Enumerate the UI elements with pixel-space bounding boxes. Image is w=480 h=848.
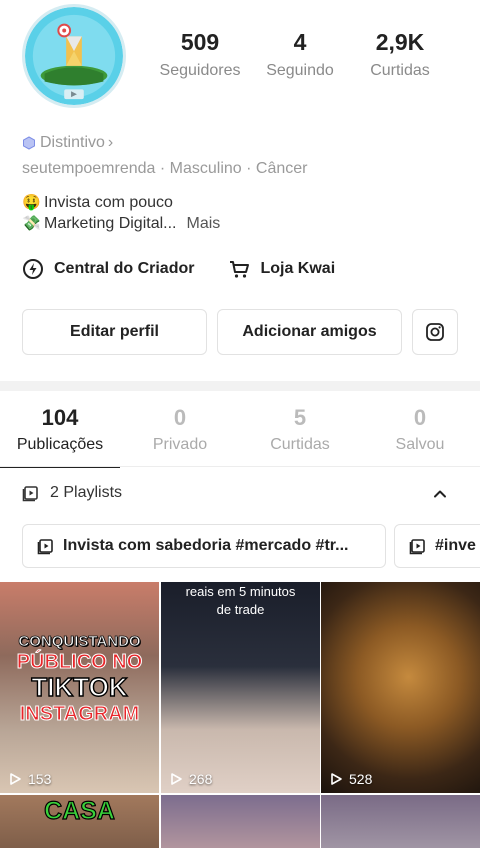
stat-label: Seguindo (266, 62, 334, 79)
stat-followers[interactable]: 509 Seguidores (150, 28, 250, 80)
chevron-right-icon: › (107, 134, 114, 151)
thumbnail-caption: de trade (216, 602, 265, 617)
tab-count: 5 (293, 405, 307, 430)
play-outline-icon (171, 773, 182, 785)
view-count-value: 268 (189, 771, 213, 787)
playlist-chip[interactable]: Invista com sabedoria #mercado #tr... (22, 524, 386, 568)
bio-line: Marketing Digital... (44, 215, 177, 232)
profile-stats: 509 Seguidores 4 Seguindo 2,9K Curtidas (150, 28, 450, 80)
tab-likes[interactable]: 5 Curtidas (240, 404, 360, 466)
stat-value: 509 (180, 29, 220, 55)
video-thumbnail[interactable]: CASA (0, 795, 159, 848)
profile-avatar[interactable] (22, 4, 126, 108)
badge-hex-icon (23, 136, 35, 150)
view-count-value: 153 (28, 771, 52, 787)
meta-separator: · (241, 160, 256, 177)
tab-label: Publicações (16, 436, 104, 453)
edit-profile-button[interactable]: Editar perfil (22, 309, 207, 355)
playlist-icon (37, 539, 53, 555)
video-grid: CONQUISTANDO PÚBLICO NO TIKTOK INSTAGRAM… (0, 582, 480, 848)
money-wings-icon: 💸 (22, 215, 41, 232)
creator-center-label: Central do Criador (54, 260, 195, 277)
thumbnail-caption: INSTAGRAM (19, 703, 140, 725)
view-count: 268 (169, 771, 212, 787)
thumbnail-caption: CONQUISTANDO (18, 633, 141, 650)
chevron-up-icon[interactable] (432, 486, 448, 502)
meta-username: seutempoemrenda (22, 160, 156, 177)
profile-tabs: 104 Publicações 0 Privado 5 Curtidas 0 S… (0, 404, 480, 468)
instagram-icon (426, 323, 444, 341)
avatar-image (25, 7, 123, 105)
play-outline-icon (331, 773, 342, 785)
tab-count: 104 (41, 405, 79, 430)
playlist-chips: Invista com sabedoria #mercado #tr... #i… (22, 524, 480, 568)
thumbnail-caption: TIKTOK (31, 672, 129, 702)
profile-meta: seutempoemrenda · Masculino · Câncer (22, 160, 307, 178)
badge-link[interactable]: Distintivo › (22, 134, 113, 152)
cart-icon (230, 261, 250, 278)
stat-likes[interactable]: 2,9K Curtidas (350, 28, 450, 80)
money-face-icon: 🤑 (22, 194, 41, 211)
playlist-chip-label: Invista com sabedoria #mercado #tr... (63, 537, 349, 554)
video-thumbnail[interactable]: reais em 5 minutos de trade 268 (161, 582, 320, 793)
view-count: 528 (329, 771, 372, 787)
kwai-shop-link[interactable]: Loja Kwai (228, 258, 335, 280)
thumbnail-caption: reais em 5 minutos (185, 584, 296, 599)
profile-bio: 🤑 Invista com pouco 💸 Marketing Digital.… (22, 192, 220, 234)
creator-center-link[interactable]: Central do Criador (22, 258, 194, 280)
play-outline-icon (10, 773, 21, 785)
badge-label: Distintivo (40, 134, 105, 151)
tab-count: 0 (173, 405, 187, 430)
thumbnail-caption: PÚBLICO NO (16, 651, 143, 673)
tab-label: Salvou (395, 436, 445, 453)
playlist-icon (409, 539, 425, 555)
stat-value: 2,9K (375, 29, 425, 55)
playlists-label: 2 Playlists (50, 484, 123, 501)
stat-label: Seguidores (159, 62, 241, 79)
playlists-header[interactable]: 2 Playlists (22, 484, 458, 502)
tab-label: Privado (152, 436, 208, 453)
section-divider (0, 381, 480, 391)
video-thumbnail[interactable]: 528 (321, 582, 480, 793)
creator-links: Central do Criador Loja Kwai (22, 258, 369, 280)
tab-saved[interactable]: 0 Salvou (360, 404, 480, 466)
meta-sign: Câncer (255, 160, 308, 177)
profile-actions: Editar perfil Adicionar amigos (22, 309, 458, 355)
view-count: 153 (8, 771, 51, 787)
meta-gender: Masculino (169, 160, 242, 177)
tab-label: Curtidas (270, 436, 330, 453)
tab-count: 0 (413, 405, 427, 430)
bio-more-link[interactable]: Mais (187, 213, 221, 234)
video-thumbnail[interactable] (161, 795, 320, 848)
add-friends-button[interactable]: Adicionar amigos (217, 309, 402, 355)
tab-private[interactable]: 0 Privado (120, 404, 240, 466)
stat-following[interactable]: 4 Seguindo (250, 28, 350, 80)
kwai-shop-label: Loja Kwai (260, 260, 336, 277)
playlist-icon (22, 486, 38, 502)
view-count-value: 528 (349, 771, 373, 787)
stat-value: 4 (293, 29, 307, 55)
playlist-chip-label: #inve (435, 537, 476, 554)
tab-publications[interactable]: 104 Publicações (0, 404, 120, 468)
lightning-circle-icon (23, 259, 43, 279)
playlist-chip[interactable]: #inve (394, 524, 480, 568)
instagram-button[interactable] (412, 309, 458, 355)
stat-label: Curtidas (370, 62, 430, 79)
meta-separator: · (155, 160, 170, 177)
bio-line: Invista com pouco (44, 194, 173, 211)
tabs-underline-divider (0, 466, 480, 467)
thumbnail-caption: CASA (43, 797, 115, 825)
video-thumbnail[interactable]: CONQUISTANDO PÚBLICO NO TIKTOK INSTAGRAM… (0, 582, 159, 793)
video-thumbnail[interactable] (321, 795, 480, 848)
